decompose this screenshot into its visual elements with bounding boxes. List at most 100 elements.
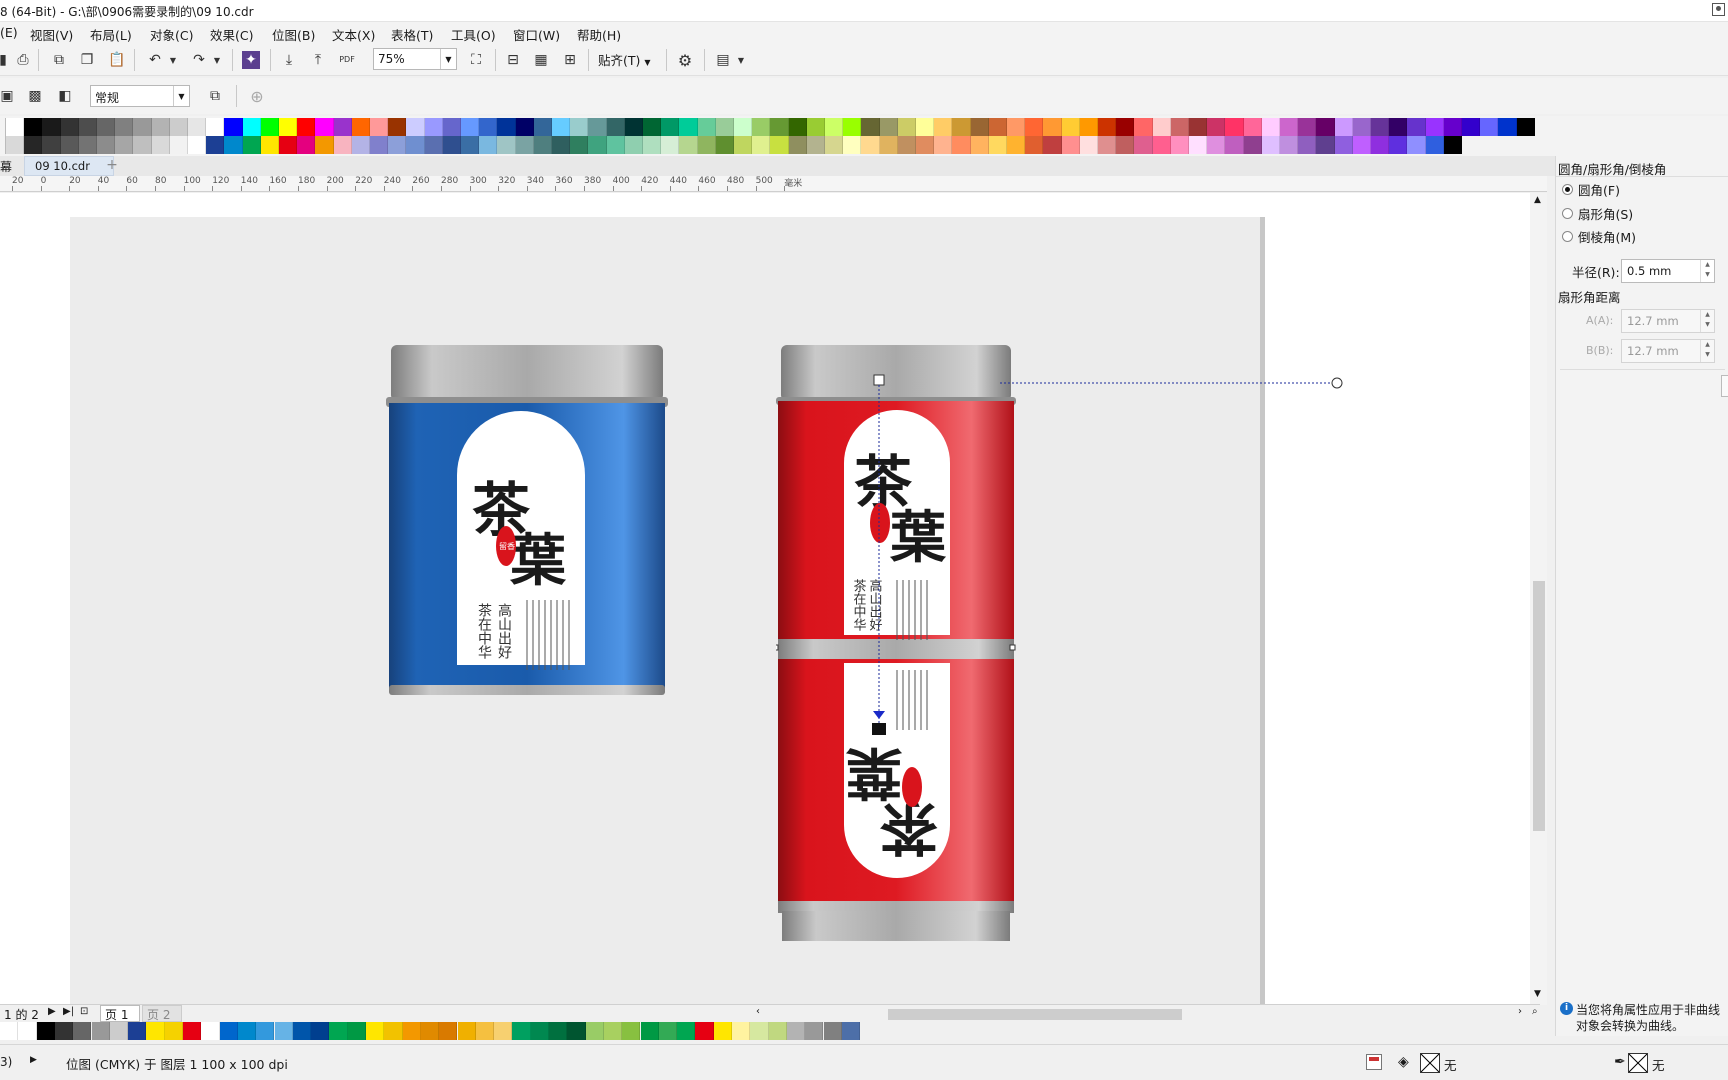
launcher-icon[interactable]: ▤ bbox=[712, 49, 734, 71]
color-swatch[interactable] bbox=[643, 118, 662, 136]
color-swatch[interactable] bbox=[879, 118, 898, 136]
gear-icon[interactable]: ⚙ bbox=[674, 49, 696, 71]
color-swatch[interactable] bbox=[384, 1022, 403, 1040]
export-pdf-icon[interactable]: PDF bbox=[336, 49, 358, 71]
show-rulers-icon[interactable]: ⊟ bbox=[502, 49, 524, 71]
color-swatch[interactable] bbox=[570, 136, 589, 154]
color-swatch[interactable] bbox=[1043, 136, 1062, 154]
color-swatch[interactable] bbox=[1170, 136, 1189, 154]
color-swatch[interactable] bbox=[36, 1022, 55, 1040]
color-swatch[interactable] bbox=[677, 1022, 696, 1040]
launcher-dropdown-icon[interactable]: ▼ bbox=[736, 49, 746, 71]
color-swatch[interactable] bbox=[643, 136, 662, 154]
apply-button[interactable] bbox=[1721, 375, 1728, 397]
color-swatch[interactable] bbox=[475, 1022, 495, 1040]
b-field[interactable]: 12.7 mm ▲ ▼ bbox=[1621, 339, 1715, 363]
radio-chamfer[interactable] bbox=[1562, 231, 1573, 242]
chevron-down-icon[interactable]: ▼ bbox=[173, 86, 189, 106]
color-swatch[interactable] bbox=[18, 1022, 37, 1040]
menu-layout[interactable]: 布局(L) bbox=[90, 25, 132, 44]
color-swatch[interactable] bbox=[201, 1022, 220, 1040]
color-swatch[interactable] bbox=[916, 136, 935, 154]
color-swatch[interactable] bbox=[679, 118, 698, 136]
menu-edit[interactable]: (E) bbox=[0, 25, 18, 40]
color-swatch[interactable] bbox=[788, 118, 807, 136]
outline-pen-icon[interactable]: ✒ bbox=[1614, 1054, 1626, 1070]
color-swatch[interactable] bbox=[879, 136, 898, 154]
color-swatch[interactable] bbox=[549, 1022, 568, 1040]
color-swatch[interactable] bbox=[1443, 118, 1462, 136]
color-swatch[interactable] bbox=[1116, 136, 1135, 154]
color-swatch[interactable] bbox=[219, 1022, 238, 1040]
color-swatch[interactable] bbox=[1389, 118, 1408, 136]
color-swatch[interactable] bbox=[497, 136, 516, 154]
color-swatch[interactable] bbox=[1462, 118, 1481, 136]
color-swatch[interactable] bbox=[109, 1022, 129, 1040]
color-swatch[interactable] bbox=[1407, 136, 1426, 154]
color-swatch[interactable] bbox=[934, 136, 953, 154]
color-swatch[interactable] bbox=[806, 118, 825, 136]
color-swatch[interactable] bbox=[97, 136, 116, 154]
add-page-icon[interactable]: ⊡ bbox=[80, 1006, 88, 1017]
snap-to-menu[interactable]: 贴齐(T) ▼ bbox=[598, 50, 651, 69]
color-swatch[interactable] bbox=[260, 136, 279, 154]
color-swatch[interactable] bbox=[1425, 118, 1444, 136]
menu-bitmap[interactable]: 位图(B) bbox=[272, 25, 315, 44]
color-swatch[interactable] bbox=[1207, 136, 1226, 154]
red-tea-tin[interactable]: 茶 葉 高山出好 茶在中华 茶 葉 bbox=[776, 345, 1016, 1005]
color-swatch[interactable] bbox=[1371, 136, 1390, 154]
color-swatch[interactable] bbox=[424, 136, 443, 154]
new-tab-icon[interactable]: + bbox=[104, 157, 120, 173]
color-swatch[interactable] bbox=[1025, 136, 1044, 154]
scroll-right-icon[interactable]: › bbox=[1518, 1006, 1522, 1017]
account-icon[interactable] bbox=[1712, 3, 1725, 16]
color-swatch[interactable] bbox=[420, 1022, 440, 1040]
color-swatch[interactable] bbox=[256, 1022, 275, 1040]
color-swatch[interactable] bbox=[841, 1022, 861, 1040]
color-swatch[interactable] bbox=[133, 136, 152, 154]
color-swatch[interactable] bbox=[1498, 118, 1517, 136]
color-swatch[interactable] bbox=[934, 118, 953, 136]
radius-field[interactable]: 0.5 mm ▲ ▼ bbox=[1621, 259, 1715, 283]
paste-icon[interactable]: 📋 bbox=[106, 49, 128, 71]
color-swatch[interactable] bbox=[206, 136, 225, 154]
color-swatch[interactable] bbox=[188, 118, 207, 136]
color-swatch[interactable] bbox=[151, 136, 170, 154]
color-swatch[interactable] bbox=[1225, 136, 1244, 154]
color-swatch[interactable] bbox=[279, 136, 298, 154]
color-swatch[interactable] bbox=[788, 136, 807, 154]
color-swatch[interactable] bbox=[311, 1022, 330, 1040]
color-swatch[interactable] bbox=[1061, 136, 1080, 154]
color-swatch[interactable] bbox=[406, 118, 425, 136]
color-swatch[interactable] bbox=[78, 118, 97, 136]
color-swatch[interactable] bbox=[1025, 118, 1044, 136]
color-swatch[interactable] bbox=[512, 1022, 531, 1040]
color-swatch[interactable] bbox=[237, 1022, 257, 1040]
color-swatch[interactable] bbox=[1298, 136, 1317, 154]
color-swatch[interactable] bbox=[588, 136, 607, 154]
color-swatch[interactable] bbox=[1170, 118, 1189, 136]
color-swatch[interactable] bbox=[1480, 118, 1499, 136]
color-swatch[interactable] bbox=[297, 118, 316, 136]
color-swatch[interactable] bbox=[1316, 118, 1335, 136]
color-swatch[interactable] bbox=[603, 1022, 623, 1040]
color-swatch[interactable] bbox=[970, 118, 989, 136]
option-chamfer[interactable]: 倒棱角(M) bbox=[1562, 227, 1636, 246]
color-swatch[interactable] bbox=[805, 1022, 824, 1040]
color-swatch[interactable] bbox=[970, 136, 989, 154]
scroll-up-icon[interactable]: ▲ bbox=[1534, 195, 1541, 205]
color-swatch[interactable] bbox=[42, 118, 61, 136]
scroll-left-icon[interactable]: ‹ bbox=[756, 1006, 760, 1017]
color-swatch[interactable] bbox=[42, 136, 61, 154]
option-scallop[interactable]: 扇形角(S) bbox=[1562, 204, 1633, 223]
color-swatch[interactable] bbox=[679, 136, 698, 154]
color-swatch[interactable] bbox=[169, 118, 188, 136]
page-tab-2[interactable]: 页 2 bbox=[142, 1005, 182, 1022]
cut-icon[interactable]: ⧉ bbox=[48, 49, 70, 71]
color-swatch[interactable] bbox=[1189, 118, 1208, 136]
color-swatch[interactable] bbox=[279, 118, 298, 136]
export-icon[interactable]: ⤒ bbox=[307, 49, 329, 71]
blue-tea-tin[interactable]: 茶 葉 留香 高山出好 茶在中华 bbox=[386, 345, 668, 697]
color-swatch[interactable] bbox=[1007, 136, 1026, 154]
color-swatch[interactable] bbox=[1371, 118, 1390, 136]
